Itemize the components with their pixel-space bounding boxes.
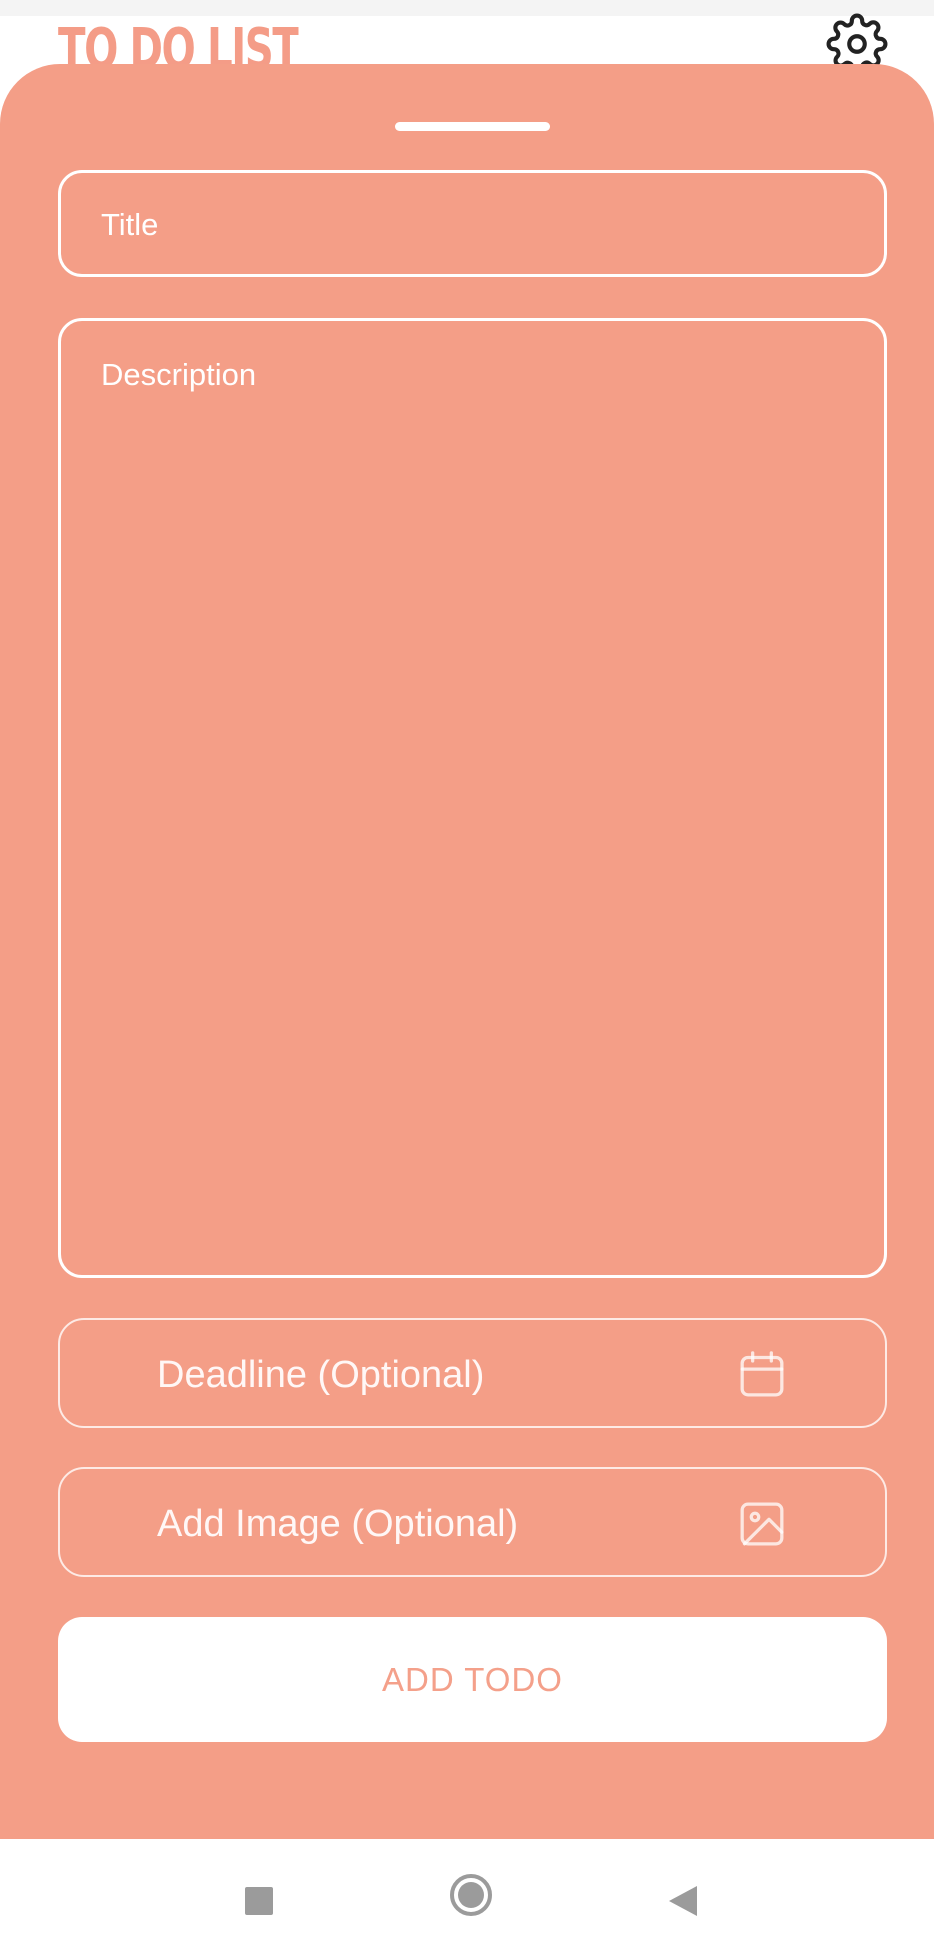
triangle-back-icon: [669, 1886, 697, 1916]
description-placeholder: Description: [101, 357, 257, 392]
square-icon: [245, 1887, 273, 1915]
nav-back-button[interactable]: [660, 1878, 706, 1924]
calendar-icon: [740, 1351, 784, 1397]
nav-recents-button[interactable]: [236, 1878, 282, 1924]
title-input[interactable]: Title: [58, 170, 887, 277]
description-input[interactable]: Description: [58, 318, 887, 1278]
add-image-label: Add Image (Optional): [157, 1503, 519, 1545]
status-bar: [0, 0, 934, 16]
add-image-picker[interactable]: Add Image (Optional): [58, 1467, 887, 1577]
image-icon: [740, 1502, 784, 1546]
deadline-label: Deadline (Optional): [157, 1354, 485, 1396]
nav-home-button[interactable]: [448, 1872, 494, 1918]
sheet-drag-handle[interactable]: [395, 122, 550, 131]
add-todo-button[interactable]: ADD TODO: [58, 1617, 887, 1742]
deadline-picker[interactable]: Deadline (Optional): [58, 1318, 887, 1428]
title-placeholder: Title: [101, 207, 159, 242]
circle-icon: [450, 1874, 492, 1916]
